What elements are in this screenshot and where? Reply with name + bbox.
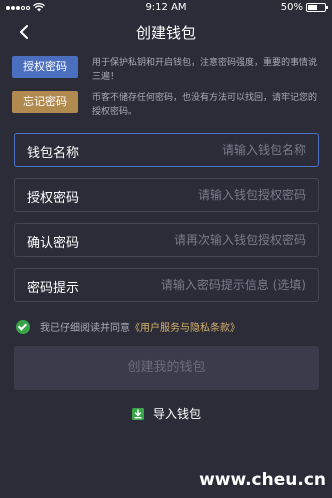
- download-icon: [131, 407, 144, 420]
- import-wallet-button[interactable]: 导入钱包: [0, 405, 332, 422]
- auth-password-field[interactable]: 授权密码: [14, 178, 319, 212]
- tip-tag-forgot-password: 忘记密码: [12, 91, 78, 113]
- confirm-password-input[interactable]: [106, 230, 306, 250]
- tip-tag-auth-password: 授权密码: [12, 56, 78, 78]
- agreement-row: 我已仔细阅读并同意 《用户服务与隐私条款》: [16, 319, 240, 334]
- battery-indicator: 50%: [280, 2, 328, 13]
- confirm-password-label: 确认密码: [27, 236, 80, 251]
- agreement-checkbox[interactable]: [16, 319, 30, 334]
- create-wallet-button[interactable]: 创建我的钱包: [14, 346, 319, 390]
- wallet-name-input[interactable]: [106, 140, 306, 160]
- battery-percent: 50%: [280, 2, 303, 13]
- page-title: 创建钱包: [135, 24, 196, 42]
- wallet-name-label: 钱包名称: [27, 146, 80, 161]
- watermark: www.cheu.cn: [199, 470, 326, 490]
- auth-password-label: 授权密码: [27, 191, 80, 206]
- import-wallet-label: 导入钱包: [152, 407, 201, 421]
- tip-auth-password: 授权密码 用于保护私钥和开启钱包，注意密码强度，重要的事情说三遍！: [12, 56, 322, 84]
- status-bar: 9:12 AM 50%: [0, 0, 332, 16]
- wallet-name-field[interactable]: 钱包名称: [14, 133, 319, 167]
- agreement-text: 我已仔细阅读并同意: [40, 323, 130, 334]
- auth-password-input[interactable]: [106, 185, 306, 205]
- tip-desc-auth-password: 用于保护私钥和开启钱包，注意密码强度，重要的事情说三遍！: [92, 58, 318, 82]
- tip-desc-forgot-password: 币客不储存任何密码，也没有方法可以找回，请牢记您的授权密码。: [92, 93, 318, 117]
- terms-link[interactable]: 《用户服务与隐私条款》: [130, 319, 240, 334]
- confirm-password-field[interactable]: 确认密码: [14, 223, 319, 257]
- password-hint-input[interactable]: [106, 275, 306, 295]
- nav-bar: 创建钱包: [0, 18, 332, 46]
- tip-forgot-password: 忘记密码 币客不储存任何密码，也没有方法可以找回，请牢记您的授权密码。: [12, 91, 322, 119]
- password-hint-field[interactable]: 密码提示: [14, 268, 319, 302]
- battery-icon: [306, 3, 328, 12]
- password-hint-label: 密码提示: [27, 281, 80, 296]
